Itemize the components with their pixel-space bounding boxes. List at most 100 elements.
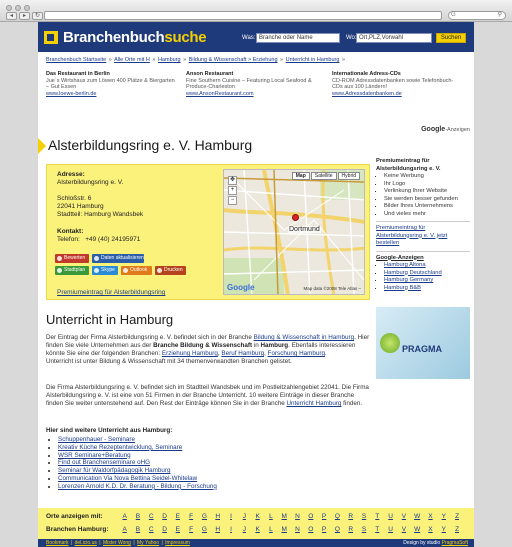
related-company-link[interactable]: Communication Via Nova Bettina Seidel-Wh… [58,475,197,482]
browser-search-field[interactable]: G ⚲ [448,11,506,20]
branchen-letter-g[interactable]: G [198,524,211,536]
city-map-button[interactable]: Stadtplan [55,266,89,275]
branchen-letter-f[interactable]: F [184,524,197,536]
ad-url[interactable]: www.Adressdatenbanken.de [332,91,462,98]
ad-block[interactable]: Internationale Adress-CDs CD-ROM Adressd… [332,71,462,97]
branchen-letter-e[interactable]: E [171,524,184,536]
rate-button[interactable]: Bewerten [55,254,89,263]
branchen-letter-t[interactable]: T [371,524,384,536]
branchen-letter-b[interactable]: B [131,524,144,536]
zoom-in-icon[interactable]: + [228,186,237,195]
zoom-out-icon[interactable]: − [228,196,237,205]
orte-letter-e[interactable]: E [171,511,184,523]
orte-letter-t[interactable]: T [371,511,384,523]
orte-letter-v[interactable]: V [397,511,410,523]
orte-letter-x[interactable]: X [424,511,437,523]
orte-letter-p[interactable]: P [317,511,330,523]
related-company-link[interactable]: WSR Seminare+Beratung [58,452,131,459]
pragma-banner[interactable]: PRAGMA [376,307,470,379]
map-widget[interactable]: Map Satellite Hybrid ✥ + − Dortmund Goog… [223,169,365,295]
google-ad-link[interactable]: Hamburg Altona [384,262,426,268]
orte-letter-f[interactable]: F [184,511,197,523]
breadcrumb-category[interactable]: Bildung & Wissenschaft > Erziehung [189,57,278,63]
premium-entry-link[interactable]: Premiumeintrag für Alsterbildungsring [57,289,165,296]
branchen-letter-o[interactable]: O [304,524,317,536]
breadcrumb-hamburg[interactable]: Hamburg [158,57,181,63]
orte-letter-q[interactable]: Q [331,511,344,523]
breadcrumb-orte-h[interactable]: Alle Orte mit H [114,57,150,63]
breadcrumb-home[interactable]: Branchenbuch Startseite [46,57,106,63]
close-window-button[interactable] [6,5,12,11]
related-company-link[interactable]: Lorenzen Arnold K.D. Dr. Beratung - Bild… [58,483,217,490]
was-input[interactable]: Branche oder Name [256,33,340,43]
update-data-button[interactable]: Daten aktualisieren [92,254,144,263]
orte-letter-c[interactable]: C [145,511,158,523]
branchen-letter-d[interactable]: D [158,524,171,536]
related-company-link[interactable]: Kreativ Küche Rezeptentwicklung, Seminar… [58,444,182,451]
ad-url[interactable]: www.loewe-berlin.de [46,91,176,98]
map-tab-hybrid[interactable]: Hybrid [337,172,360,180]
minimize-window-button[interactable] [15,5,21,11]
branchen-letter-w[interactable]: W [411,524,424,536]
skype-button[interactable]: Skype [92,266,118,275]
branchen-letter-s[interactable]: S [357,524,370,536]
map-tab-satellite[interactable]: Satellite [310,172,337,180]
orte-letter-b[interactable]: B [131,511,144,523]
branchen-letter-p[interactable]: P [317,524,330,536]
back-button[interactable]: ◂ [6,12,17,20]
branchen-letter-r[interactable]: R [344,524,357,536]
orte-letter-g[interactable]: G [198,511,211,523]
footer-link-myyahoo[interactable]: My Yahoo [137,540,159,546]
outlook-button[interactable]: Outlook [121,266,152,275]
related-link-beruf[interactable]: Beruf Hamburg [221,350,264,357]
search-button[interactable]: Suchen [436,33,466,43]
orte-letter-w[interactable]: W [411,511,424,523]
orte-letter-z[interactable]: Z [450,511,463,523]
footer-link-bookmark[interactable]: Bookmark [46,540,69,546]
orte-letter-o[interactable]: O [304,511,317,523]
orte-letter-n[interactable]: N [291,511,304,523]
footer-link-delicious[interactable]: del.icio.us [75,540,97,546]
ad-block[interactable]: Anson Restaurant Fine Southern Cuisine –… [186,71,316,97]
branchen-letter-x[interactable]: X [424,524,437,536]
branchen-letter-j[interactable]: J [238,524,251,536]
related-link-forschung[interactable]: Forschung Hamburg [268,350,325,357]
ad-block[interactable]: Das Restaurant in Berlin Jue´s Wirtshaus… [46,71,176,97]
branchen-letter-z[interactable]: Z [450,524,463,536]
ad-url[interactable]: www.AnsonRestaurant.com [186,91,316,98]
orte-letter-l[interactable]: L [264,511,277,523]
orte-letter-m[interactable]: M [278,511,291,523]
orte-letter-r[interactable]: R [344,511,357,523]
orte-letter-h[interactable]: H [211,511,224,523]
zoom-window-button[interactable] [24,5,30,11]
print-button[interactable]: Drucken [155,266,186,275]
orte-letter-a[interactable]: A [118,511,131,523]
map-tab-map[interactable]: Map [291,172,310,180]
forward-button[interactable]: ▸ [19,12,30,20]
branchen-letter-l[interactable]: L [264,524,277,536]
orte-letter-i[interactable]: I [224,511,237,523]
category-link[interactable]: Bildung & Wissenschaft in Hamburg [254,334,354,341]
orte-letter-j[interactable]: J [238,511,251,523]
map-marker-icon[interactable] [292,214,299,221]
reload-button[interactable]: ↻ [32,12,43,20]
orte-letter-y[interactable]: Y [437,511,450,523]
unterricht-link[interactable]: Unterricht Hamburg [286,400,341,407]
footer-link-impressum[interactable]: Impressum [165,540,190,546]
branchen-letter-q[interactable]: Q [331,524,344,536]
branchen-letter-a[interactable]: A [118,524,131,536]
related-company-link[interactable]: Find out Branchenseminare oHG [58,459,150,466]
orte-letter-d[interactable]: D [158,511,171,523]
google-ad-link[interactable]: Hamburg Deutschland [384,270,442,276]
branchen-letter-y[interactable]: Y [437,524,450,536]
google-ads-heading[interactable]: Google-Anzeigen [376,255,470,263]
breadcrumb-current[interactable]: Unterricht in Hamburg [286,57,340,63]
related-company-link[interactable]: Seminar für Waldorfpädagogik Hamburg [58,467,170,474]
google-ad-link[interactable]: Hamburg B&B [384,285,421,291]
orte-letter-s[interactable]: S [357,511,370,523]
site-logo[interactable]: Branchenbuchsuche [63,29,207,46]
google-ads-label[interactable]: Google-Anzeigen [421,126,470,133]
footer-link-misterwong[interactable]: Mister Wong [103,540,131,546]
design-credit-link[interactable]: PragmaSoft [442,540,468,546]
pan-icon[interactable]: ✥ [228,176,237,185]
